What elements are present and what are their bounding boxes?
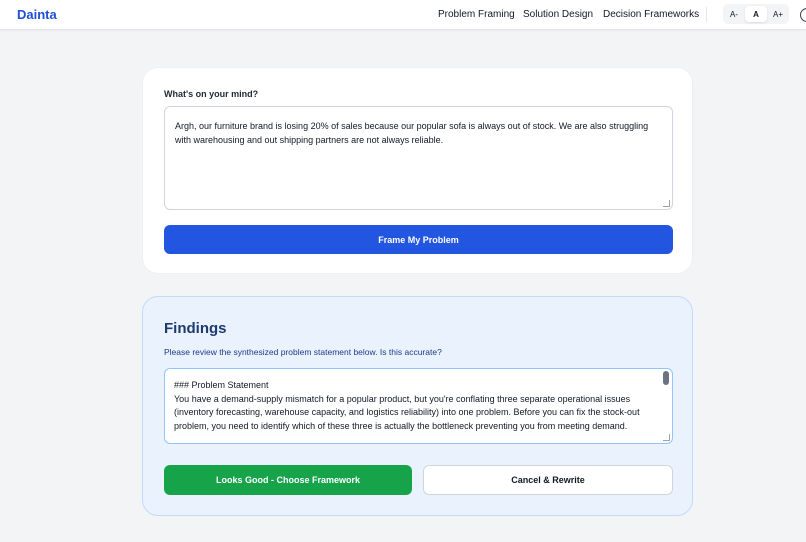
statement-line: (inventory forecasting, warehouse capaci… (174, 407, 640, 417)
font-size-controls: A- A A+ (723, 4, 789, 24)
findings-panel: Findings Please review the synthesized p… (142, 296, 693, 516)
problem-statement-textarea[interactable]: ### Problem Statement You have a demand-… (164, 368, 673, 444)
frame-problem-button[interactable]: Frame My Problem (164, 225, 673, 254)
font-increase-button[interactable]: A+ (767, 4, 789, 24)
font-default-button[interactable]: A (745, 6, 767, 22)
resize-handle-icon[interactable] (663, 200, 670, 207)
statement-line: You have a demand-supply mismatch for a … (174, 393, 631, 404)
scrollbar-thumb[interactable] (663, 371, 669, 385)
statement-heading: ### Problem Statement (174, 380, 269, 390)
brand-logo[interactable]: Dainta (17, 7, 57, 22)
nav-decision-frameworks[interactable]: Decision Frameworks (603, 9, 699, 20)
nav-divider (706, 7, 707, 22)
problem-input-text: Argh, our furniture brand is losing 20% … (175, 121, 649, 145)
findings-subtitle: Please review the synthesized problem st… (164, 347, 442, 357)
resize-handle-icon[interactable] (663, 434, 670, 441)
font-decrease-button[interactable]: A- (723, 4, 745, 24)
statement-line: problem, you need to identify which of t… (174, 420, 628, 431)
problem-input-label: What's on your mind? (164, 89, 259, 99)
cancel-rewrite-button[interactable]: Cancel & Rewrite (423, 465, 673, 495)
nav-solution-design[interactable]: Solution Design (523, 9, 593, 20)
findings-title: Findings (164, 320, 227, 337)
problem-input-textarea[interactable]: Argh, our furniture brand is losing 20% … (164, 106, 673, 210)
accept-choose-framework-button[interactable]: Looks Good - Choose Framework (164, 465, 412, 495)
problem-input-card: What's on your mind? Argh, our furniture… (142, 67, 693, 274)
theme-toggle-icon[interactable] (800, 8, 806, 22)
top-navigation-bar: Dainta Problem Framing Solution Design D… (0, 0, 806, 30)
nav-problem-framing[interactable]: Problem Framing (438, 9, 515, 20)
